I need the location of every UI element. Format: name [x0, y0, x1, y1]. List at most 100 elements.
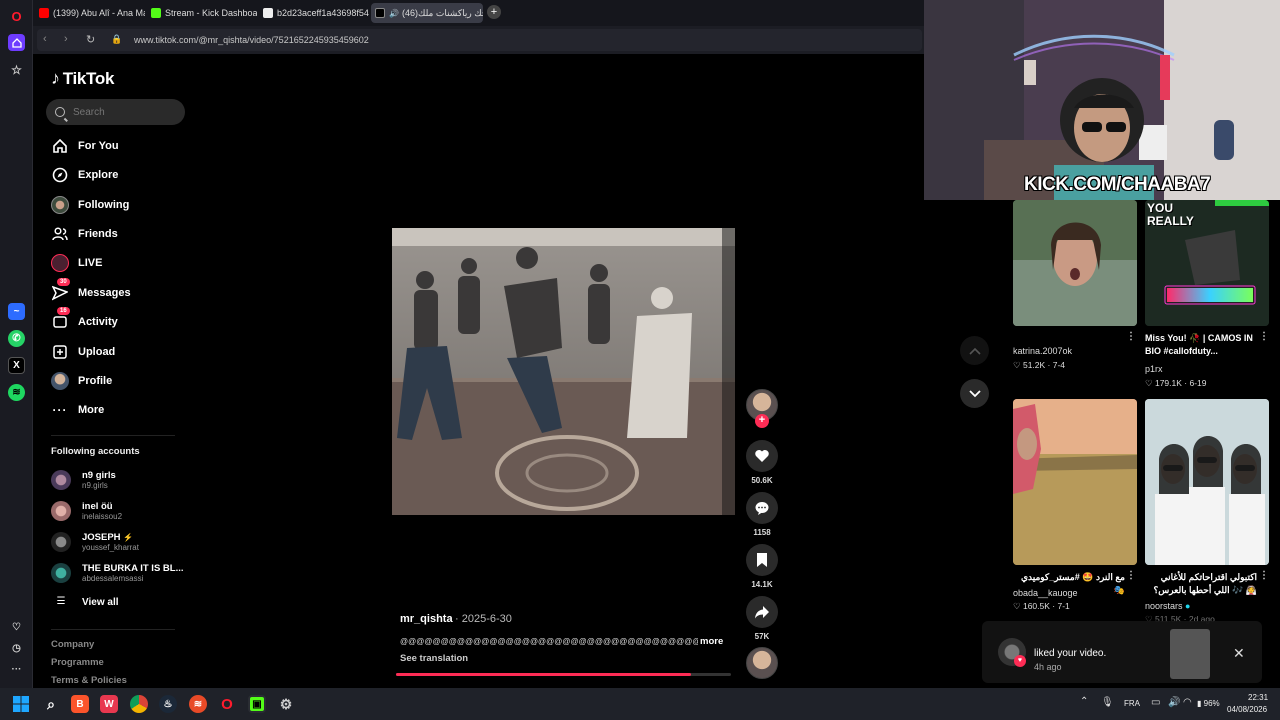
search-input[interactable] — [73, 106, 173, 118]
forward-icon[interactable]: › — [64, 33, 68, 45]
next-video-button[interactable] — [960, 379, 989, 408]
tab-bar: (1399) Abu Alî - Ana Maro Stream - Kick … — [33, 0, 924, 26]
recommended-video-card[interactable] — [1013, 200, 1137, 326]
settings-gear-icon[interactable]: ⚙ — [277, 695, 295, 713]
follow-plus-button[interactable]: + — [755, 414, 769, 428]
like-button[interactable] — [746, 440, 778, 472]
search-icon[interactable]: ⌕ — [42, 695, 60, 713]
save-button[interactable] — [746, 544, 778, 576]
tab-document[interactable]: b2d23aceff1a43698f54e2d — [259, 3, 369, 23]
nav-profile[interactable]: Profile — [51, 370, 112, 392]
microphone-icon[interactable]: 🎙 — [1101, 697, 1114, 708]
recommended-title[interactable]: اكتبولي اقتراحاتكم للأغاني اللي أحطها با… — [1145, 571, 1257, 597]
more-options-icon[interactable]: ⋮ — [1259, 331, 1269, 342]
monitor-icon[interactable]: ▭ — [1151, 697, 1160, 708]
nav-messages[interactable]: 30 Messages — [51, 278, 131, 304]
nav-live[interactable]: LIVE — [51, 252, 102, 274]
steam-icon[interactable]: ♨ — [159, 695, 177, 713]
back-icon[interactable]: ‹ — [43, 33, 47, 45]
wps-icon[interactable]: W — [100, 695, 118, 713]
comment-button[interactable] — [746, 492, 778, 524]
thumbnail — [1145, 399, 1269, 565]
account-item[interactable]: inel öü inelaissou2 — [51, 499, 122, 523]
recommended-author[interactable]: katrina.2007ok — [1013, 346, 1072, 356]
messenger-icon[interactable]: ~ — [8, 303, 25, 320]
previous-video-button[interactable] — [960, 336, 989, 365]
opera-icon[interactable]: O — [218, 695, 236, 713]
see-translation-link[interactable]: See translation — [400, 653, 468, 664]
sound-disc-avatar[interactable] — [746, 647, 778, 679]
account-item[interactable]: THE BURKA IT IS BL... abdessalemsassi — [51, 561, 184, 585]
view-all-button[interactable]: ☰ View all — [51, 590, 119, 614]
wifi-icon[interactable]: ◠ — [1183, 697, 1192, 708]
obs-kick-icon[interactable]: ▣ — [248, 695, 266, 713]
footer-terms[interactable]: Terms & Policies — [51, 675, 127, 686]
video-player[interactable] — [392, 228, 735, 515]
game-launcher-icon[interactable]: ≋ — [189, 695, 207, 713]
nav-upload[interactable]: Upload — [51, 341, 115, 363]
share-button[interactable] — [746, 596, 778, 628]
account-name: THE BURKA IT IS BL... — [82, 563, 184, 574]
speaker-icon[interactable]: 🔊 — [389, 9, 399, 18]
volume-icon[interactable]: 🔊 — [1168, 697, 1180, 708]
recommended-author[interactable]: noorstars ● — [1145, 601, 1190, 611]
history-icon[interactable]: ◷ — [8, 640, 25, 657]
language-indicator[interactable]: FRA — [1124, 699, 1140, 708]
star-icon[interactable]: ☆ — [8, 61, 25, 78]
kick-icon — [151, 8, 161, 18]
whatsapp-icon[interactable]: ✆ — [8, 330, 25, 347]
video-progress-bar[interactable] — [396, 673, 731, 676]
recommended-author[interactable]: p1rx — [1145, 364, 1163, 374]
more-options-icon[interactable]: ⋮ — [1126, 570, 1136, 581]
new-tab-button[interactable]: + — [487, 5, 501, 19]
nav-following[interactable]: Following — [51, 194, 129, 216]
chrome-icon[interactable] — [130, 695, 148, 713]
heart-icon[interactable]: ♡ — [8, 619, 25, 636]
footer-programme[interactable]: Programme — [51, 657, 104, 668]
spotify-icon[interactable]: ≋ — [8, 384, 25, 401]
x-icon[interactable]: X — [8, 357, 25, 374]
more-dots-icon[interactable]: ··· — [8, 661, 25, 678]
nav-activity[interactable]: 16 Activity — [51, 307, 118, 333]
home-icon[interactable] — [8, 34, 25, 51]
recommended-video-card[interactable] — [1013, 399, 1137, 565]
recommended-title[interactable]: Miss You! 🥀 | CAMOS IN BIO #callofduty..… — [1145, 332, 1257, 358]
clock-time[interactable]: 22:31 — [1248, 693, 1268, 702]
nav-friends[interactable]: Friends — [51, 223, 118, 245]
more-options-icon[interactable]: ⋮ — [1259, 570, 1269, 581]
url-text[interactable]: www.tiktok.com/@mr_qishta/video/75216522… — [134, 35, 369, 45]
tiktok-logo[interactable]: ♪ TikTok — [51, 68, 114, 89]
recommended-video-card[interactable] — [1145, 399, 1269, 565]
search-box[interactable] — [46, 99, 185, 125]
address-bar[interactable]: ‹ › ↻ 🔒 www.tiktok.com/@mr_qishta/video/… — [37, 29, 922, 51]
tray-chevron-up-icon[interactable]: ⌃ — [1080, 696, 1088, 707]
nav-more[interactable]: ··· More — [51, 399, 105, 421]
clock-date[interactable]: 04/08/2026 — [1227, 705, 1267, 714]
brave-icon[interactable]: B — [71, 695, 89, 713]
description-more-link[interactable]: more — [700, 636, 723, 647]
lock-icon: 🔒 — [111, 34, 123, 44]
share-count: 57K — [754, 632, 770, 641]
account-item[interactable]: JOSEPH ⚡ youssef_kharrat — [51, 530, 139, 554]
close-icon[interactable]: ✕ — [1233, 645, 1245, 662]
reload-icon[interactable]: ↻ — [86, 33, 95, 46]
windows-start-icon[interactable] — [12, 695, 30, 713]
recommended-author[interactable]: obada__kauoge — [1013, 588, 1078, 598]
nav-explore[interactable]: Explore — [51, 164, 118, 186]
video-username[interactable]: mr_qishta — [400, 613, 453, 625]
tab-kick[interactable]: Stream - Kick Dashboard — [147, 3, 257, 23]
nav-for-you[interactable]: For You — [51, 135, 119, 157]
recommended-video-card[interactable]: YOU REALLY — [1145, 200, 1269, 326]
tab-tiktok[interactable]: 🔊 ضحك رياكشنات ملك(46) — [371, 3, 483, 23]
account-item[interactable]: n9 girls n9.girls — [51, 468, 116, 492]
notification-toast[interactable]: ♥ liked your video. 4h ago ✕ — [982, 621, 1262, 683]
opera-logo-icon[interactable]: O — [8, 8, 25, 25]
footer-company[interactable]: Company — [51, 639, 94, 650]
battery-level[interactable]: ▮ 96% — [1197, 699, 1220, 708]
tab-youtube[interactable]: (1399) Abu Alî - Ana Maro — [35, 3, 145, 23]
list-icon: ☰ — [56, 596, 66, 607]
nav-label: LIVE — [78, 257, 103, 269]
more-options-icon[interactable]: ⋮ — [1126, 331, 1136, 342]
opera-sidebar: O ☆ ~ ✆ X ≋ ♡ ◷ ··· — [0, 0, 33, 688]
thumbnail — [1013, 200, 1137, 326]
